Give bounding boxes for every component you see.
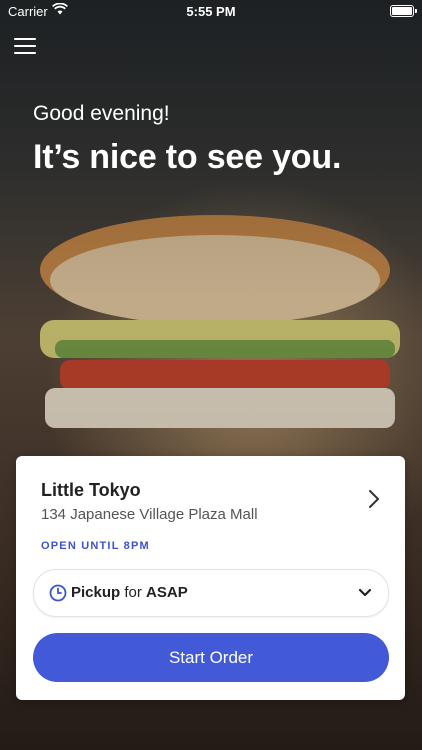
open-hours-status: OPEN UNTIL 8PM: [41, 540, 150, 552]
pickup-label: Pickup for ASAP: [71, 584, 188, 601]
order-connector: for: [124, 584, 142, 601]
order-method: Pickup: [71, 584, 121, 601]
order-time: ASAP: [146, 584, 188, 601]
start-order-button[interactable]: Start Order: [33, 633, 389, 682]
store-card: Little Tokyo 134 Japanese Village Plaza …: [16, 456, 405, 700]
chevron-right-icon: [369, 490, 379, 508]
store-details-link[interactable]: Little Tokyo 134 Japanese Village Plaza …: [16, 456, 405, 566]
status-bar: Carrier 5:55 PM: [0, 0, 422, 22]
hamburger-menu-icon[interactable]: [14, 38, 36, 56]
pickup-time-selector[interactable]: Pickup for ASAP: [33, 569, 389, 617]
headline-text: It’s nice to see you.: [33, 138, 342, 176]
status-time: 5:55 PM: [186, 4, 236, 19]
chevron-down-icon: [358, 588, 372, 597]
clock-icon: [49, 584, 67, 602]
greeting-text: Good evening!: [33, 102, 170, 125]
store-address: 134 Japanese Village Plaza Mall: [41, 506, 258, 523]
battery-icon: [390, 5, 417, 17]
store-name: Little Tokyo: [41, 480, 141, 500]
